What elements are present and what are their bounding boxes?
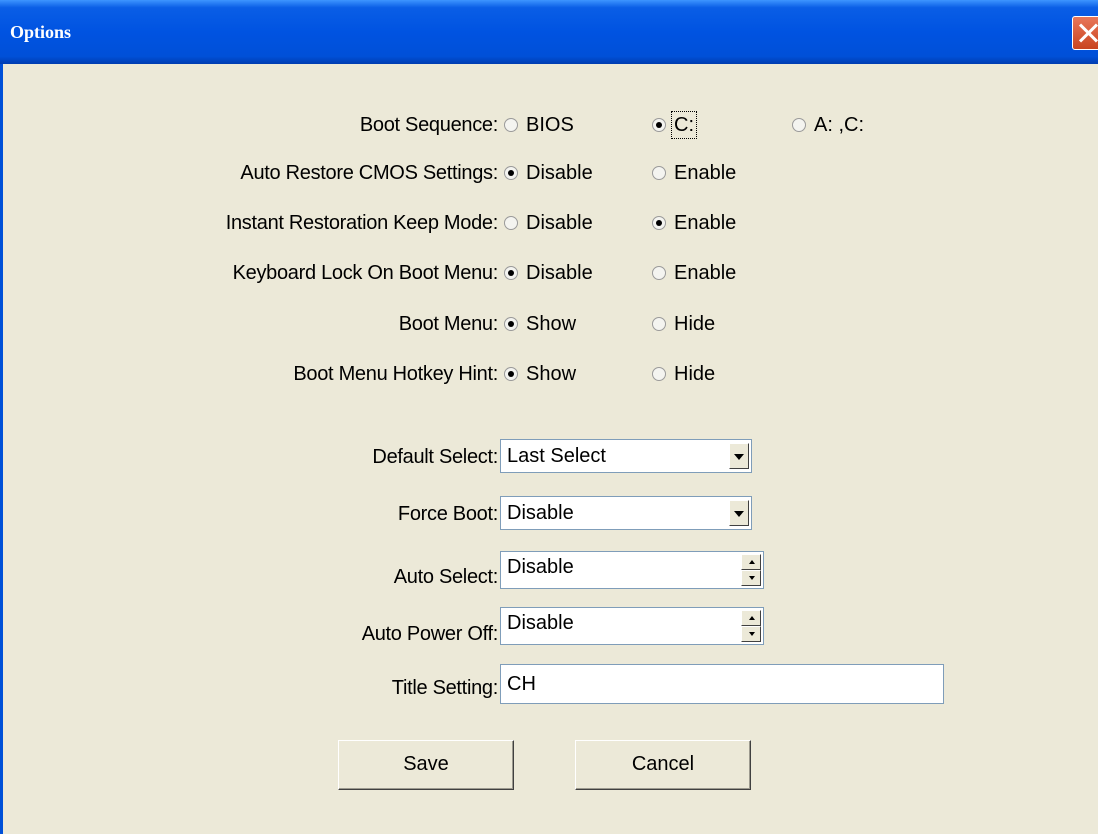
- boot-menu-hotkey-hint-option-show[interactable]: Show: [504, 363, 576, 386]
- spinner-buttons: [741, 554, 761, 586]
- title-setting-input[interactable]: CH: [500, 664, 944, 704]
- auto-restore-cmos-label: Auto Restore CMOS Settings:: [240, 162, 498, 184]
- auto-restore-cmos-option-disable[interactable]: Disable: [504, 162, 593, 185]
- force-boot-value: Disable: [507, 502, 574, 524]
- chevron-down-icon[interactable]: [729, 443, 749, 469]
- radio-button-selected-icon: [504, 166, 518, 180]
- boot-sequence-label: Boot Sequence:: [359, 114, 498, 136]
- spin-down-icon[interactable]: [741, 626, 761, 642]
- auto-restore-cmos-option-enable[interactable]: Enable: [652, 162, 736, 185]
- radio-button-icon: [792, 118, 806, 132]
- radio-button-icon: [652, 317, 666, 331]
- radio-button-icon: [504, 216, 518, 230]
- boot-sequence-option-bios[interactable]: BIOS: [504, 114, 574, 137]
- radio-button-selected-icon: [504, 367, 518, 381]
- spinner-buttons: [741, 610, 761, 642]
- spin-down-icon[interactable]: [741, 570, 761, 586]
- chevron-down-icon[interactable]: [729, 500, 749, 526]
- boot-sequence-option-c[interactable]: C:: [652, 111, 697, 139]
- auto-power-off-value: Disable: [507, 612, 574, 634]
- keyboard-lock-option-enable[interactable]: Enable: [652, 262, 736, 285]
- window-title: Options: [10, 22, 72, 42]
- cancel-button[interactable]: Cancel: [575, 740, 751, 790]
- default-select-dropdown[interactable]: Last Select: [500, 439, 752, 473]
- radio-button-icon: [504, 118, 518, 132]
- radio-button-selected-icon: [652, 216, 666, 230]
- boot-menu-hotkey-hint-label: Boot Menu Hotkey Hint:: [293, 363, 498, 385]
- default-select-value: Last Select: [507, 445, 606, 467]
- boot-sequence-option-a-c[interactable]: A: ,C:: [792, 114, 864, 137]
- spin-up-icon[interactable]: [741, 610, 761, 626]
- instant-restoration-option-disable[interactable]: Disable: [504, 212, 593, 235]
- auto-select-spinner[interactable]: Disable: [500, 551, 764, 589]
- title-setting-value: CH: [507, 673, 536, 695]
- force-boot-dropdown[interactable]: Disable: [500, 496, 752, 530]
- save-button[interactable]: Save: [338, 740, 514, 790]
- title-bar: Options: [0, 0, 1098, 64]
- radio-button-icon: [652, 266, 666, 280]
- auto-power-off-spinner[interactable]: Disable: [500, 607, 764, 645]
- boot-menu-label: Boot Menu:: [398, 313, 499, 335]
- keyboard-lock-label: Keyboard Lock On Boot Menu:: [232, 262, 499, 284]
- title-setting-label: Title Setting:: [391, 677, 499, 699]
- boot-menu-option-hide[interactable]: Hide: [652, 313, 715, 336]
- keyboard-lock-option-disable[interactable]: Disable: [504, 262, 593, 285]
- boot-menu-option-show[interactable]: Show: [504, 313, 576, 336]
- auto-power-off-label: Auto Power Off:: [361, 623, 499, 645]
- auto-select-label: Auto Select:: [393, 566, 499, 588]
- radio-button-icon: [652, 166, 666, 180]
- force-boot-label: Force Boot:: [397, 503, 498, 525]
- close-icon[interactable]: [1072, 16, 1098, 50]
- radio-button-icon: [652, 367, 666, 381]
- window-border: [0, 64, 3, 834]
- spin-up-icon[interactable]: [741, 554, 761, 570]
- radio-button-selected-icon: [652, 118, 666, 132]
- radio-button-selected-icon: [504, 317, 518, 331]
- radio-button-selected-icon: [504, 266, 518, 280]
- boot-menu-hotkey-hint-option-hide[interactable]: Hide: [652, 363, 715, 386]
- instant-restoration-option-enable[interactable]: Enable: [652, 212, 736, 235]
- default-select-label: Default Select:: [372, 446, 498, 468]
- instant-restoration-label: Instant Restoration Keep Mode:: [225, 212, 499, 234]
- auto-select-value: Disable: [507, 556, 574, 578]
